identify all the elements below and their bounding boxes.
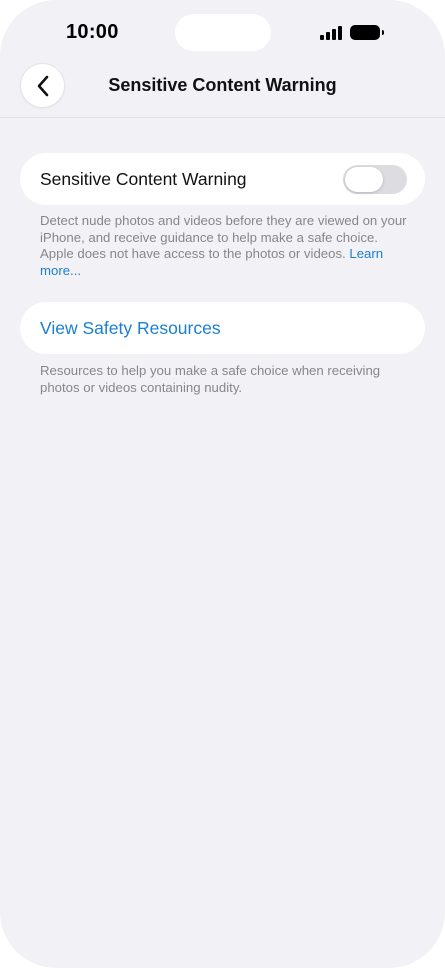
view-safety-resources-link[interactable]: View Safety Resources [40,318,221,339]
page-title: Sensitive Content Warning [108,75,337,95]
status-time: 10:00 [66,21,119,43]
cellular-signal-icon [320,26,342,40]
sensitive-content-footnote: Detect nude photos and videos before the… [40,213,410,279]
sensitive-content-warning-label: Sensitive Content Warning [40,169,247,189]
safety-resources-footnote: Resources to help you make a safe choice… [40,363,381,395]
toggle-knob [345,167,383,192]
sensitive-content-warning-toggle[interactable] [343,165,407,194]
battery-icon [350,25,384,40]
sensitive-content-warning-row[interactable]: Sensitive Content Warning [20,153,425,205]
dynamic-island [175,14,271,51]
status-bar: 10:00 [0,0,445,64]
view-safety-resources-row[interactable]: View Safety Resources [20,302,425,354]
phone-screen: 10:00 Sensitive Content Warning Sensitiv… [0,0,445,968]
navigation-bar: Sensitive Content Warning [0,62,445,118]
